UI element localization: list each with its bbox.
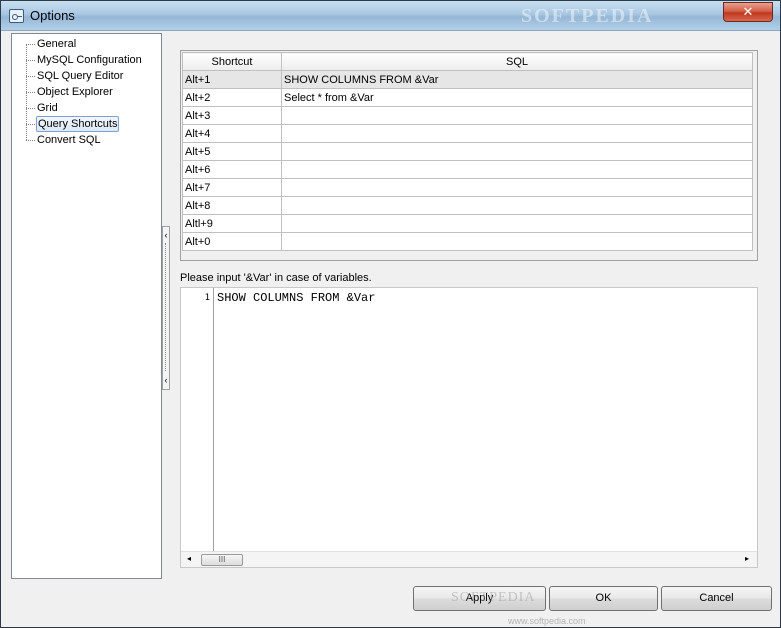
watermark-logo: SOFTPEDIA [521,5,654,27]
table-row[interactable]: Alt+0 [182,232,753,251]
tree-item-label: Object Explorer [37,86,113,98]
sql-cell[interactable] [281,106,753,125]
app-icon [9,9,24,23]
table-row[interactable]: Alt+8 [182,196,753,215]
shortcut-cell[interactable]: Alt+0 [182,232,282,251]
tree-item-label: MySQL Configuration [37,54,142,66]
sql-editor[interactable]: 1 SHOW COLUMNS FROM &Var ◂ III ▸ [180,287,758,568]
shortcut-cell[interactable]: Alt+7 [182,178,282,197]
tree-connector [26,108,35,109]
watermark-url: www.softpedia.com [508,616,586,626]
options-window: Options SOFTPEDIA ✕ General MySQL Configu… [0,0,781,628]
scroll-left-icon[interactable]: ◂ [187,554,191,563]
table-row[interactable]: Alt+1 SHOW COLUMNS FROM &Var [182,70,753,89]
table-row[interactable]: Alt+3 [182,106,753,125]
tree-connector [26,92,35,93]
collapse-arrow-icon[interactable]: ‹ [163,375,169,385]
tree-connector [26,60,35,61]
window-title: Options [30,8,75,23]
tree-connector [26,76,35,77]
tree-item-label: Query Shortcuts [36,116,120,132]
tree-item-label: SQL Query Editor [37,70,124,82]
scroll-thumb[interactable]: III [201,554,243,566]
shortcut-cell[interactable]: Alt+1 [182,70,282,89]
editor-code-text[interactable]: SHOW COLUMNS FROM &Var [217,291,375,305]
table-row[interactable]: Altl+9 [182,214,753,233]
sql-cell[interactable] [281,214,753,233]
sql-cell[interactable] [281,160,753,179]
shortcut-cell[interactable]: Alt+2 [182,88,282,107]
scroll-right-icon[interactable]: ▸ [745,554,749,563]
shortcut-cell[interactable]: Alt+4 [182,124,282,143]
line-number-gutter: 1 [181,288,214,551]
tree-item-label: General [37,38,77,50]
sql-cell[interactable] [281,178,753,197]
shortcut-cell[interactable]: Alt+6 [182,160,282,179]
shortcut-cell[interactable]: Altl+9 [182,214,282,233]
sql-cell[interactable] [281,196,753,215]
shortcut-cell[interactable]: Alt+8 [182,196,282,215]
close-button[interactable]: ✕ [723,2,773,22]
shortcut-cell[interactable]: Alt+5 [182,142,282,161]
splitter-grip [165,243,166,371]
tree-connector [26,140,35,141]
panel-splitter[interactable]: ‹ ‹ [162,226,170,390]
shortcut-cell[interactable]: Alt+3 [182,106,282,125]
shortcuts-table: Shortcut SQL Alt+1 SHOW COLUMNS FROM &Var… [182,52,753,251]
table-row[interactable]: Alt+7 [182,178,753,197]
tree-connector [26,124,35,125]
sql-cell[interactable]: Select * from &Var [281,88,753,107]
sql-cell[interactable] [281,124,753,143]
cancel-button[interactable]: Cancel [661,586,772,611]
table-row[interactable]: Alt+5 [182,142,753,161]
column-header-sql[interactable]: SQL [281,52,753,71]
table-row[interactable]: Alt+2 Select * from &Var [182,88,753,107]
tree-item-label: Grid [37,102,58,114]
shortcuts-grid-panel: Shortcut SQL Alt+1 SHOW COLUMNS FROM &Var… [180,50,758,261]
tree-connector [26,44,35,45]
sql-cell[interactable]: SHOW COLUMNS FROM &Var [281,70,753,89]
column-header-shortcut[interactable]: Shortcut [182,52,282,71]
table-row[interactable]: Alt+6 [182,160,753,179]
watermark-text: SOFTPEDIA [451,590,536,605]
sql-cell[interactable] [281,142,753,161]
variables-hint: Please input '&Var' in case of variables… [180,272,372,284]
line-number: 1 [204,293,210,303]
table-row[interactable]: Alt+4 [182,124,753,143]
tree-item-label: Convert SQL [37,134,101,146]
options-tree: General MySQL Configuration SQL Query Edit… [11,33,162,579]
title-bar[interactable]: Options SOFTPEDIA ✕ [1,1,780,31]
horizontal-scrollbar[interactable]: ◂ III ▸ [181,551,757,567]
ok-button[interactable]: OK [549,586,658,611]
sql-cell[interactable] [281,232,753,251]
collapse-arrow-icon[interactable]: ‹ [163,230,169,240]
